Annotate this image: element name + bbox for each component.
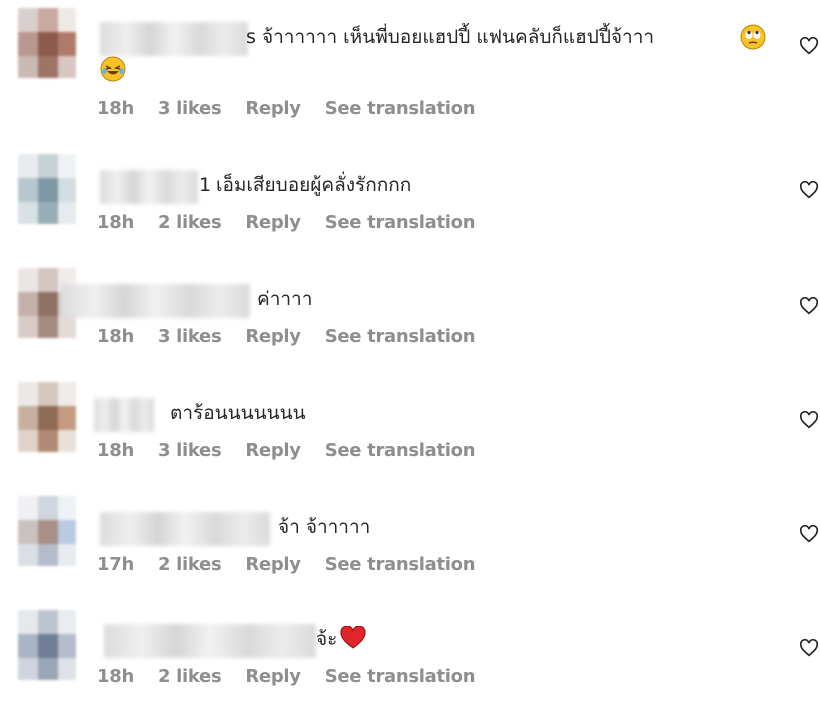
comment-meta: 17h 2 likes Reply See translation <box>97 554 493 575</box>
comment: จ้า จ้าาาาา 17h 2 likes Reply See transl… <box>0 490 820 604</box>
likes-count[interactable]: 3 likes <box>158 326 222 347</box>
emoji-row <box>100 56 126 86</box>
username-blurred[interactable] <box>100 170 198 204</box>
username-tail: s <box>246 26 256 48</box>
likes-count[interactable]: 3 likes <box>158 98 222 119</box>
see-translation-link[interactable]: See translation <box>325 98 476 119</box>
reply-button[interactable]: Reply <box>245 212 301 233</box>
comment-body: ค่าาาา <box>60 284 770 318</box>
see-translation-link[interactable]: See translation <box>325 326 476 347</box>
comment-body: 1 เอ็มเสียบอยผู้คลั่งรักกกก <box>100 170 770 204</box>
avatar[interactable] <box>18 8 76 78</box>
avatar[interactable] <box>18 496 76 566</box>
avatar[interactable] <box>18 382 76 452</box>
username-blurred[interactable] <box>94 398 154 432</box>
comment-meta: 18h 3 likes Reply See translation <box>97 98 493 119</box>
comment: จ้ะ 18h 2 likes Reply See translation <box>0 604 820 718</box>
reply-button[interactable]: Reply <box>245 666 301 687</box>
like-heart-icon[interactable] <box>797 34 820 58</box>
see-translation-link[interactable]: See translation <box>325 666 476 687</box>
see-translation-link[interactable]: See translation <box>325 554 476 575</box>
likes-count[interactable]: 3 likes <box>158 440 222 461</box>
comment-text: ตาร้อนนนนนนน <box>170 402 306 424</box>
comment-text: จ้าาาาาา เห็นพี่บอยแฮปปี้ แฟนคลับก็แฮปปี… <box>262 26 655 48</box>
likes-count[interactable]: 2 likes <box>158 554 222 575</box>
red-heart-emoji <box>340 625 366 654</box>
username-blurred[interactable] <box>60 284 250 318</box>
comment: s จ้าาาาาา เห็นพี่บอยแฮปปี้ แฟนคลับก็แฮป… <box>0 0 820 119</box>
comment-meta: 18h 3 likes Reply See translation <box>97 440 493 461</box>
see-translation-link[interactable]: See translation <box>325 440 476 461</box>
timestamp[interactable]: 18h <box>97 98 134 119</box>
like-heart-icon[interactable] <box>797 408 820 432</box>
comment-text: เอ็มเสียบอยผู้คลั่งรักกกก <box>216 174 412 196</box>
rolling-eyes-emoji <box>740 24 766 54</box>
like-heart-icon[interactable] <box>797 636 820 660</box>
avatar[interactable] <box>18 610 76 680</box>
timestamp[interactable]: 18h <box>97 440 134 461</box>
likes-count[interactable]: 2 likes <box>158 666 222 687</box>
comment: ค่าาาา 18h 3 likes Reply See translation <box>0 262 820 376</box>
comment-text: จ้า จ้าาาาา <box>278 516 371 538</box>
comment-meta: 18h 2 likes Reply See translation <box>97 212 493 233</box>
comment-body: s จ้าาาาาา เห็นพี่บอยแฮปปี้ แฟนคลับก็แฮป… <box>100 22 770 56</box>
comment-body: จ้า จ้าาาาา <box>100 512 770 546</box>
username-tail: 1 <box>199 174 212 196</box>
comment-text: ค่าาาา <box>257 288 313 310</box>
comment: ตาร้อนนนนนนน 18h 3 likes Reply See trans… <box>0 376 820 490</box>
reply-button[interactable]: Reply <box>245 326 301 347</box>
timestamp[interactable]: 18h <box>97 326 134 347</box>
comment: 1 เอ็มเสียบอยผู้คลั่งรักกกก 18h 2 likes … <box>0 148 820 262</box>
comment-meta: 18h 3 likes Reply See translation <box>97 326 493 347</box>
laughing-tears-emoji <box>100 56 126 86</box>
see-translation-link[interactable]: See translation <box>325 212 476 233</box>
like-heart-icon[interactable] <box>797 522 820 546</box>
comment-meta: 18h 2 likes Reply See translation <box>97 666 493 687</box>
username-blurred[interactable] <box>104 624 316 658</box>
reply-button[interactable]: Reply <box>245 98 301 119</box>
comment-body: จ้ะ <box>100 624 770 658</box>
username-blurred[interactable] <box>100 512 270 546</box>
likes-count[interactable]: 2 likes <box>158 212 222 233</box>
timestamp[interactable]: 18h <box>97 666 134 687</box>
like-heart-icon[interactable] <box>797 178 820 202</box>
reply-button[interactable]: Reply <box>245 440 301 461</box>
timestamp[interactable]: 17h <box>97 554 134 575</box>
reply-button[interactable]: Reply <box>245 554 301 575</box>
timestamp[interactable]: 18h <box>97 212 134 233</box>
username-blurred[interactable] <box>100 22 248 56</box>
like-heart-icon[interactable] <box>797 294 820 318</box>
avatar[interactable] <box>18 154 76 224</box>
comment-body: ตาร้อนนนนนนน <box>94 398 770 432</box>
comment-text: จ้ะ <box>316 628 338 650</box>
